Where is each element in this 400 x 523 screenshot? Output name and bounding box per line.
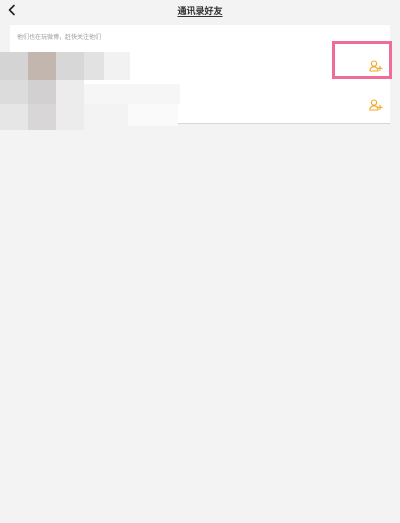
pixel-block	[128, 104, 178, 126]
follow-button[interactable]	[368, 97, 384, 113]
top-nav-bar: 通讯录好友	[0, 0, 400, 20]
add-user-icon	[369, 99, 383, 111]
pixel-block	[0, 52, 28, 80]
pixel-block	[28, 80, 56, 104]
pixel-block	[28, 52, 56, 80]
add-user-icon	[369, 60, 383, 72]
page: 通讯录好友 他们也在玩微博，赶快关注他们	[0, 0, 400, 523]
pixel-block	[56, 80, 84, 104]
page-title: 通讯录好友	[177, 7, 223, 17]
contacts-hint: 他们也在玩微博，赶快关注他们	[17, 34, 102, 41]
follow-button[interactable]	[368, 58, 384, 74]
pixel-block	[56, 52, 84, 80]
pixel-block	[0, 104, 28, 130]
pixel-block	[28, 104, 56, 130]
pixel-block	[84, 84, 180, 104]
pixel-block	[104, 52, 130, 80]
pixel-block	[84, 52, 104, 80]
pixel-block	[56, 104, 84, 130]
pixel-block	[84, 104, 128, 130]
pixel-block	[0, 80, 28, 104]
